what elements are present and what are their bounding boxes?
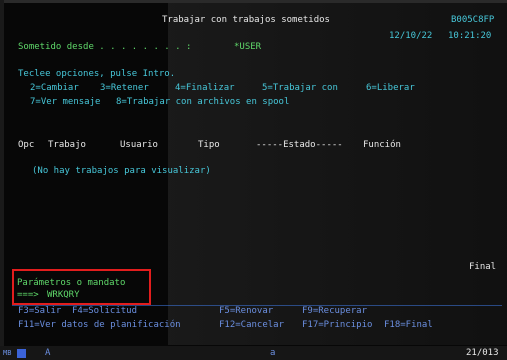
fkey-bottom[interactable]: F18=Final <box>384 320 433 331</box>
system-name: B005C8FP <box>451 15 495 25</box>
terminal-screen: Trabajar con trabajos sometidos B005C8FP… <box>0 0 507 360</box>
column-header-job: Trabajo <box>48 140 86 150</box>
list-end-indicator: Final <box>469 262 497 272</box>
monitor-bezel-top <box>0 0 507 3</box>
column-header-user: Usuario <box>120 140 158 150</box>
option-release: 6=Liberar <box>366 83 415 93</box>
empty-list-message: (No hay trabajos para visualizar) <box>32 166 211 176</box>
fkey-exit[interactable]: F3=Salir <box>18 306 61 317</box>
option-hold: 3=Retener <box>100 83 149 93</box>
submitted-from-field[interactable]: *USER <box>234 42 261 53</box>
option-spooled-files: 8=Trabajar con archivos en spool <box>116 97 290 107</box>
fkey-top[interactable]: F17=Principio <box>302 320 372 331</box>
fkey-refresh[interactable]: F5=Renovar <box>219 306 273 317</box>
cursor-position: 21/013 <box>466 348 499 358</box>
option-end: 4=Finalizar <box>175 83 235 93</box>
cursor-block <box>17 349 26 358</box>
option-work-with: 5=Trabajar con <box>262 83 338 93</box>
time-display: 10:21:20 <box>448 31 492 41</box>
column-header-status: -----Estado----- <box>256 140 343 150</box>
status-indicator: MB <box>3 349 12 357</box>
column-header-opc: Opc <box>18 140 35 150</box>
fkey-retrieve[interactable]: F9=Recuperar <box>302 306 367 317</box>
fkey-cancel[interactable]: F12=Cancelar <box>219 320 284 331</box>
screen-glare <box>168 0 507 345</box>
column-header-type: Tipo <box>198 140 220 150</box>
command-highlight-box <box>12 269 151 305</box>
fkey-prompt[interactable]: F4=Solicitud <box>72 306 137 317</box>
status-bar <box>0 346 507 360</box>
date-display: 12/10/22 <box>389 31 433 41</box>
status-left-marker: A <box>45 348 51 358</box>
fkey-schedule-data[interactable]: F11=Ver datos de planificación <box>18 320 181 331</box>
page-title: Trabajar con trabajos sometidos <box>162 15 330 25</box>
submitted-from-label: Sometido desde . . . . . . . . : <box>18 42 192 52</box>
option-change: 2=Cambiar <box>30 83 79 93</box>
monitor-bezel-left <box>0 0 4 360</box>
option-display-message: 7=Ver mensaje <box>30 97 101 107</box>
column-header-function: Función <box>363 140 401 150</box>
instructions-text: Teclee opciones, pulse Intro. <box>18 69 176 79</box>
status-mid-marker: a <box>270 348 276 358</box>
